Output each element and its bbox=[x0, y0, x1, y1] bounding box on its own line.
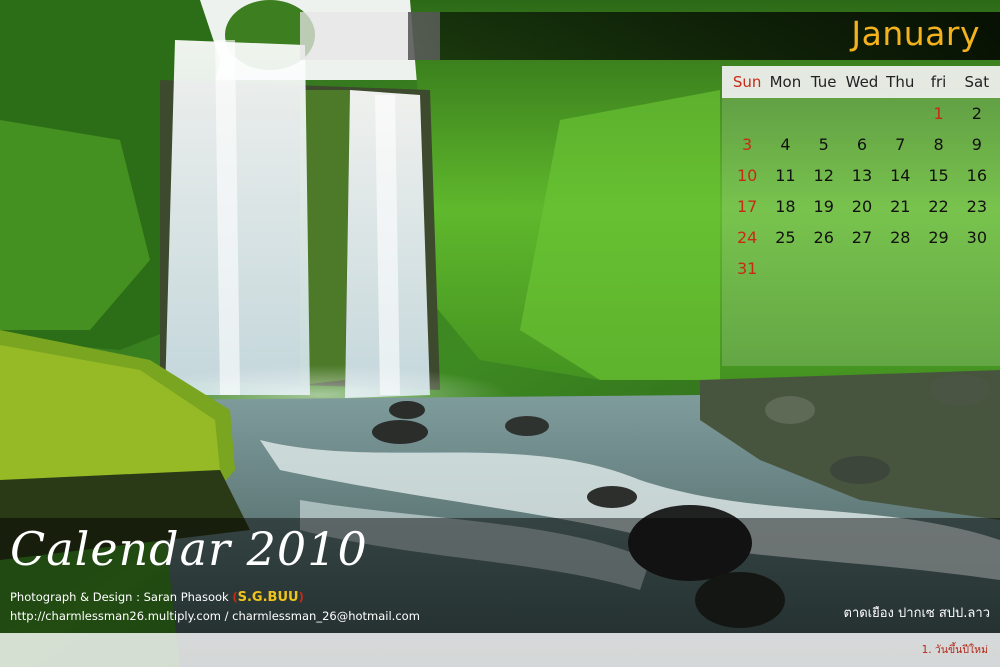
calendar-title: Calendar 2010 bbox=[10, 522, 368, 576]
day-cell: 16 bbox=[966, 166, 987, 185]
weekday-tue: Tue bbox=[810, 73, 837, 91]
day-cell: 24 bbox=[736, 228, 758, 247]
week-row-4: 17 18 19 20 21 22 23 bbox=[728, 191, 996, 222]
weekday-mon: Mon bbox=[769, 73, 802, 91]
day-cell: 18 bbox=[775, 197, 796, 216]
weekday-wed: Wed bbox=[845, 73, 879, 91]
credit-paren-close: ) bbox=[298, 590, 304, 604]
credit-badge: S.G.BUU bbox=[237, 590, 299, 605]
day-cell: 6 bbox=[856, 135, 868, 154]
day-cell: 4 bbox=[780, 135, 791, 154]
day-cell: 21 bbox=[890, 197, 911, 216]
month-title: January bbox=[851, 14, 980, 53]
day-cell: 8 bbox=[933, 135, 944, 154]
day-cell: 19 bbox=[813, 197, 834, 216]
week-row-2: 3 4 5 6 7 8 9 bbox=[728, 129, 996, 160]
day-cell: 31 bbox=[736, 259, 758, 278]
contact-info: http://charmlessman26.multiply.com / cha… bbox=[10, 609, 420, 623]
day-cell: 3 bbox=[742, 135, 753, 154]
day-cell: 29 bbox=[928, 228, 949, 247]
footer-light-strip bbox=[0, 633, 1000, 667]
weekday-thu: Thu bbox=[886, 73, 915, 91]
weekday-header-row: Sun Mon Tue Wed Thu fri Sat bbox=[728, 66, 996, 98]
day-cell: 15 bbox=[928, 166, 949, 185]
day-cell: 30 bbox=[966, 228, 987, 247]
week-row-3: 10 11 12 13 14 15 16 bbox=[728, 160, 996, 191]
weekday-sun: Sun bbox=[732, 73, 762, 91]
day-cell: 28 bbox=[890, 228, 911, 247]
location-caption: ตาดเยือง ปากเซ สปป.ลาว bbox=[843, 606, 991, 621]
day-cell: 23 bbox=[966, 197, 987, 216]
calendar-grid: Sun Mon Tue Wed Thu fri Sat 1 2 3 4 5 6 … bbox=[728, 66, 996, 284]
holiday-day-cell: 1 bbox=[933, 104, 944, 123]
day-cell: 5 bbox=[818, 135, 829, 154]
day-cell: 12 bbox=[813, 166, 834, 185]
day-cell: 10 bbox=[736, 166, 758, 185]
day-cell: 14 bbox=[890, 166, 911, 185]
week-row-6: 31 bbox=[728, 253, 996, 284]
day-cell: 7 bbox=[895, 135, 906, 154]
day-cell: 9 bbox=[971, 135, 982, 154]
holiday-note: 1. วันขึ้นปีใหม่ bbox=[921, 644, 988, 656]
day-cell: 11 bbox=[775, 166, 796, 185]
weekday-fri: fri bbox=[930, 73, 947, 91]
day-cell: 13 bbox=[851, 166, 873, 185]
photo-credit: Photograph & Design : Saran Phasook (S.G… bbox=[10, 590, 304, 605]
day-cell: 22 bbox=[928, 197, 949, 216]
day-cell: 17 bbox=[736, 197, 758, 216]
week-row-1: 1 2 bbox=[728, 98, 996, 129]
day-cell: 2 bbox=[971, 104, 982, 123]
day-cell: 20 bbox=[851, 197, 873, 216]
day-cell: 25 bbox=[775, 228, 796, 247]
week-row-5: 24 25 26 27 28 29 30 bbox=[728, 222, 996, 253]
day-cell: 27 bbox=[851, 228, 873, 247]
day-cell: 26 bbox=[813, 228, 834, 247]
weekday-sat: Sat bbox=[964, 73, 990, 91]
credit-text: Photograph & Design : Saran Phasook bbox=[10, 590, 233, 604]
